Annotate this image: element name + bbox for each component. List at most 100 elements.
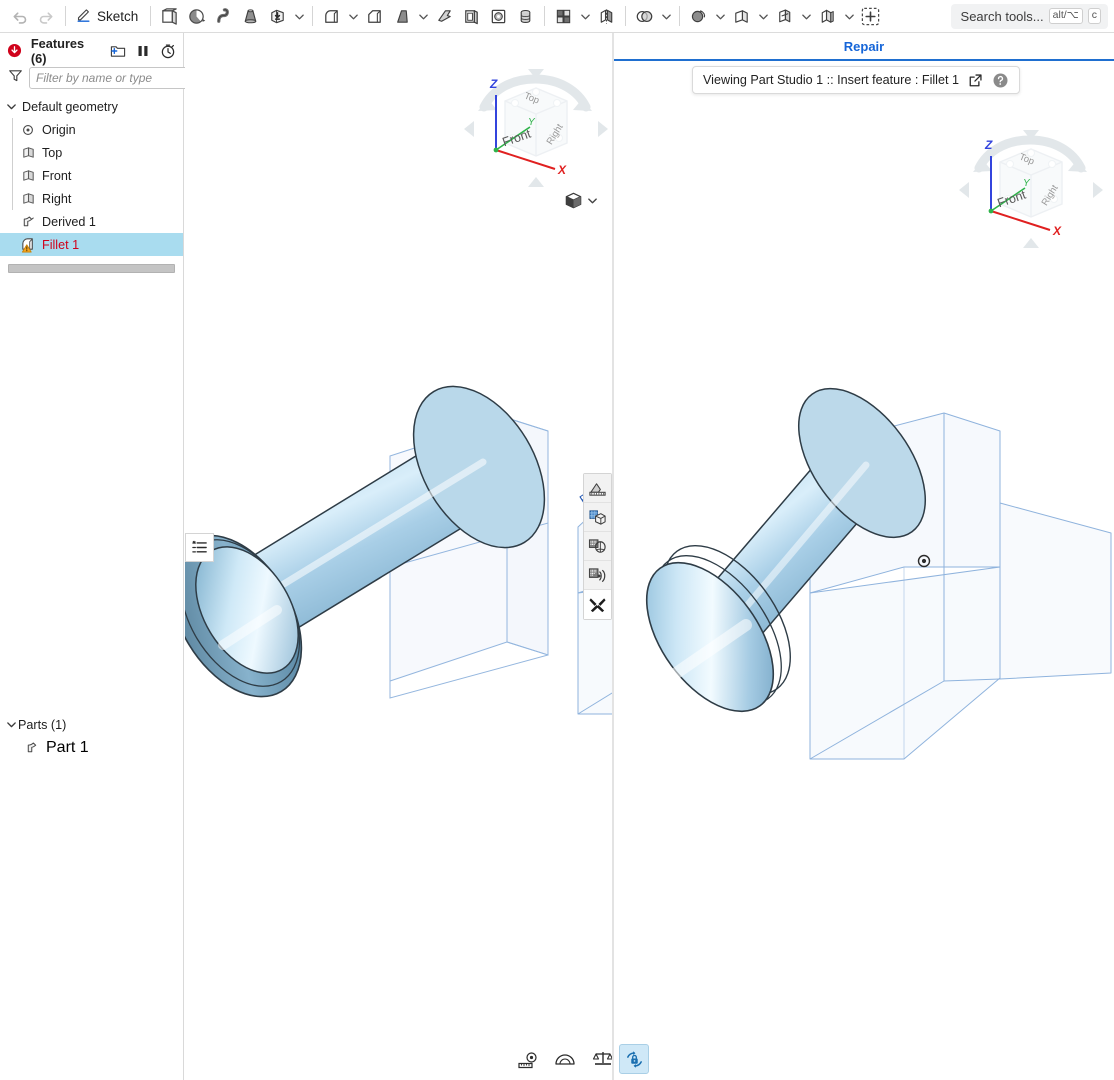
toolbar-divider-4 [544, 6, 546, 26]
fillet-icon [18, 236, 38, 253]
insert-feature-button[interactable] [857, 3, 884, 30]
add-folder-icon[interactable] [110, 42, 128, 60]
sweep-tool-icon[interactable] [210, 3, 237, 30]
plane-icon [18, 168, 38, 183]
search-tools-placeholder: Search tools... [960, 8, 1044, 24]
fillet-tool-icon[interactable] [318, 3, 345, 30]
toolbar-divider-2 [150, 6, 152, 26]
tree-item-origin[interactable]: Origin [0, 118, 183, 141]
search-kbd-c: c [1087, 8, 1101, 24]
tree-item-label: Front [42, 168, 72, 183]
filter-input[interactable] [29, 67, 198, 89]
angle-tool[interactable] [553, 1047, 577, 1071]
tree-item-top[interactable]: Top [0, 141, 183, 164]
split-tool-icon[interactable] [771, 3, 798, 30]
boolean-chevron-down-icon[interactable] [658, 3, 674, 30]
model-3d-right[interactable] [614, 33, 1114, 1080]
fillet-chevron-down-icon[interactable] [345, 3, 361, 30]
feature-tree-panel: Features (6) Default geometry Orig [0, 33, 198, 1080]
plane-chevron-down-icon[interactable] [755, 3, 771, 30]
pattern-chevron-down-icon[interactable] [577, 3, 593, 30]
thread-tool-icon[interactable] [512, 3, 539, 30]
rib-tool-icon[interactable] [431, 3, 458, 30]
derived-icon [18, 214, 38, 229]
mass-properties-tool[interactable] [591, 1047, 612, 1071]
rotate-lock-button[interactable] [619, 1044, 649, 1074]
tree-item-right[interactable]: Right [0, 187, 183, 210]
sketch-button[interactable]: Sketch [71, 3, 145, 30]
features-title: Features (6) [30, 35, 85, 66]
features-header: Features (6) [0, 35, 183, 66]
utilities-tool[interactable] [584, 590, 611, 619]
undo-button[interactable] [6, 3, 33, 30]
chamfer-tool-icon[interactable] [361, 3, 388, 30]
tree-group-default-geometry[interactable]: Default geometry [0, 95, 183, 118]
feature-list-flyout-button[interactable] [185, 533, 214, 562]
bottom-measure-tools [515, 1047, 612, 1071]
rollback-bar[interactable] [8, 264, 175, 273]
tree-item-front[interactable]: Front [0, 164, 183, 187]
top-toolbar: Sketch Search tools... alt/⌥ c [0, 0, 1114, 33]
origin-icon [18, 123, 38, 137]
loft-tool-icon[interactable] [237, 3, 264, 30]
chevron-down-icon[interactable] [4, 101, 18, 112]
pattern-tool-icon[interactable] [550, 3, 577, 30]
tree-item-label: Right [42, 191, 72, 206]
render-tool[interactable] [584, 532, 611, 561]
boolean-tool-icon[interactable] [631, 3, 658, 30]
parts-title: Parts (1) [18, 717, 67, 732]
chevron-down-icon[interactable] [4, 719, 18, 730]
tree-item-label: Fillet 1 [42, 237, 80, 252]
list-icon [192, 540, 207, 553]
transform-chevron-down-icon[interactable] [712, 3, 728, 30]
draft-tool-icon[interactable] [388, 3, 415, 30]
suppress-pause-icon[interactable] [134, 42, 152, 60]
draft-chevron-down-icon[interactable] [415, 3, 431, 30]
rollback-end-icon[interactable] [6, 42, 24, 60]
sheetmetal-chevron-down-icon[interactable] [841, 3, 857, 30]
parts-item-label: Part 1 [46, 738, 89, 756]
viewport-right[interactable]: Repair Viewing Part Studio 1 :: Insert f… [614, 33, 1114, 1080]
tree-item-derived-1[interactable]: Derived 1 [0, 210, 183, 233]
extrude-tool-icon[interactable] [156, 3, 183, 30]
redo-button[interactable] [33, 3, 60, 30]
split-chevron-down-icon[interactable] [798, 3, 814, 30]
hole-tool-icon[interactable] [485, 3, 512, 30]
appearance-tool[interactable] [584, 561, 611, 590]
parts-header[interactable]: Parts (1) [0, 713, 184, 736]
sketch-label: Sketch [97, 8, 139, 24]
filter-row [0, 64, 198, 89]
plane-icon [18, 191, 38, 206]
viewport-tool-strip [583, 473, 612, 620]
filter-funnel-icon[interactable] [8, 68, 23, 88]
boss-chevron-down-icon[interactable] [291, 3, 307, 30]
parts-section: Parts (1) Part 1 [0, 713, 184, 759]
transform-tool-icon[interactable] [685, 3, 712, 30]
default-geometry-label: Default geometry [22, 99, 118, 114]
history-timer-icon[interactable] [159, 42, 177, 60]
toolbar-divider-1 [65, 6, 66, 26]
parts-item-part-1[interactable]: Part 1 [0, 736, 184, 759]
toolbar-divider-6 [679, 6, 681, 26]
revolve-tool-icon[interactable] [183, 3, 210, 30]
tree-item-fillet-1[interactable]: Fillet 1 [0, 233, 183, 256]
sheetmetal-tool-icon[interactable] [814, 3, 841, 30]
tree-item-label: Top [42, 145, 63, 160]
toolbar-divider-5 [625, 6, 627, 26]
mirror-tool-icon[interactable] [593, 3, 620, 30]
search-tools-input[interactable]: Search tools... alt/⌥ c [950, 3, 1108, 29]
shell-tool-icon[interactable] [458, 3, 485, 30]
model-3d-left[interactable] [185, 33, 612, 1080]
viewport-left[interactable]: Z X Y Front Top Right [185, 33, 612, 1080]
section-view-tool[interactable] [584, 474, 611, 503]
boss-tool-icon[interactable] [264, 3, 291, 30]
plane-tool-icon[interactable] [728, 3, 755, 30]
display-state-tool[interactable] [584, 503, 611, 532]
pencil-icon [75, 6, 92, 26]
feature-tree: Default geometry Origin Top Front Right … [0, 95, 183, 273]
plane-icon [18, 145, 38, 160]
measure-tool[interactable] [515, 1047, 539, 1071]
search-kbd-alt: alt/⌥ [1048, 8, 1083, 24]
tree-item-label: Derived 1 [42, 214, 96, 229]
tree-item-label: Origin [42, 122, 76, 137]
